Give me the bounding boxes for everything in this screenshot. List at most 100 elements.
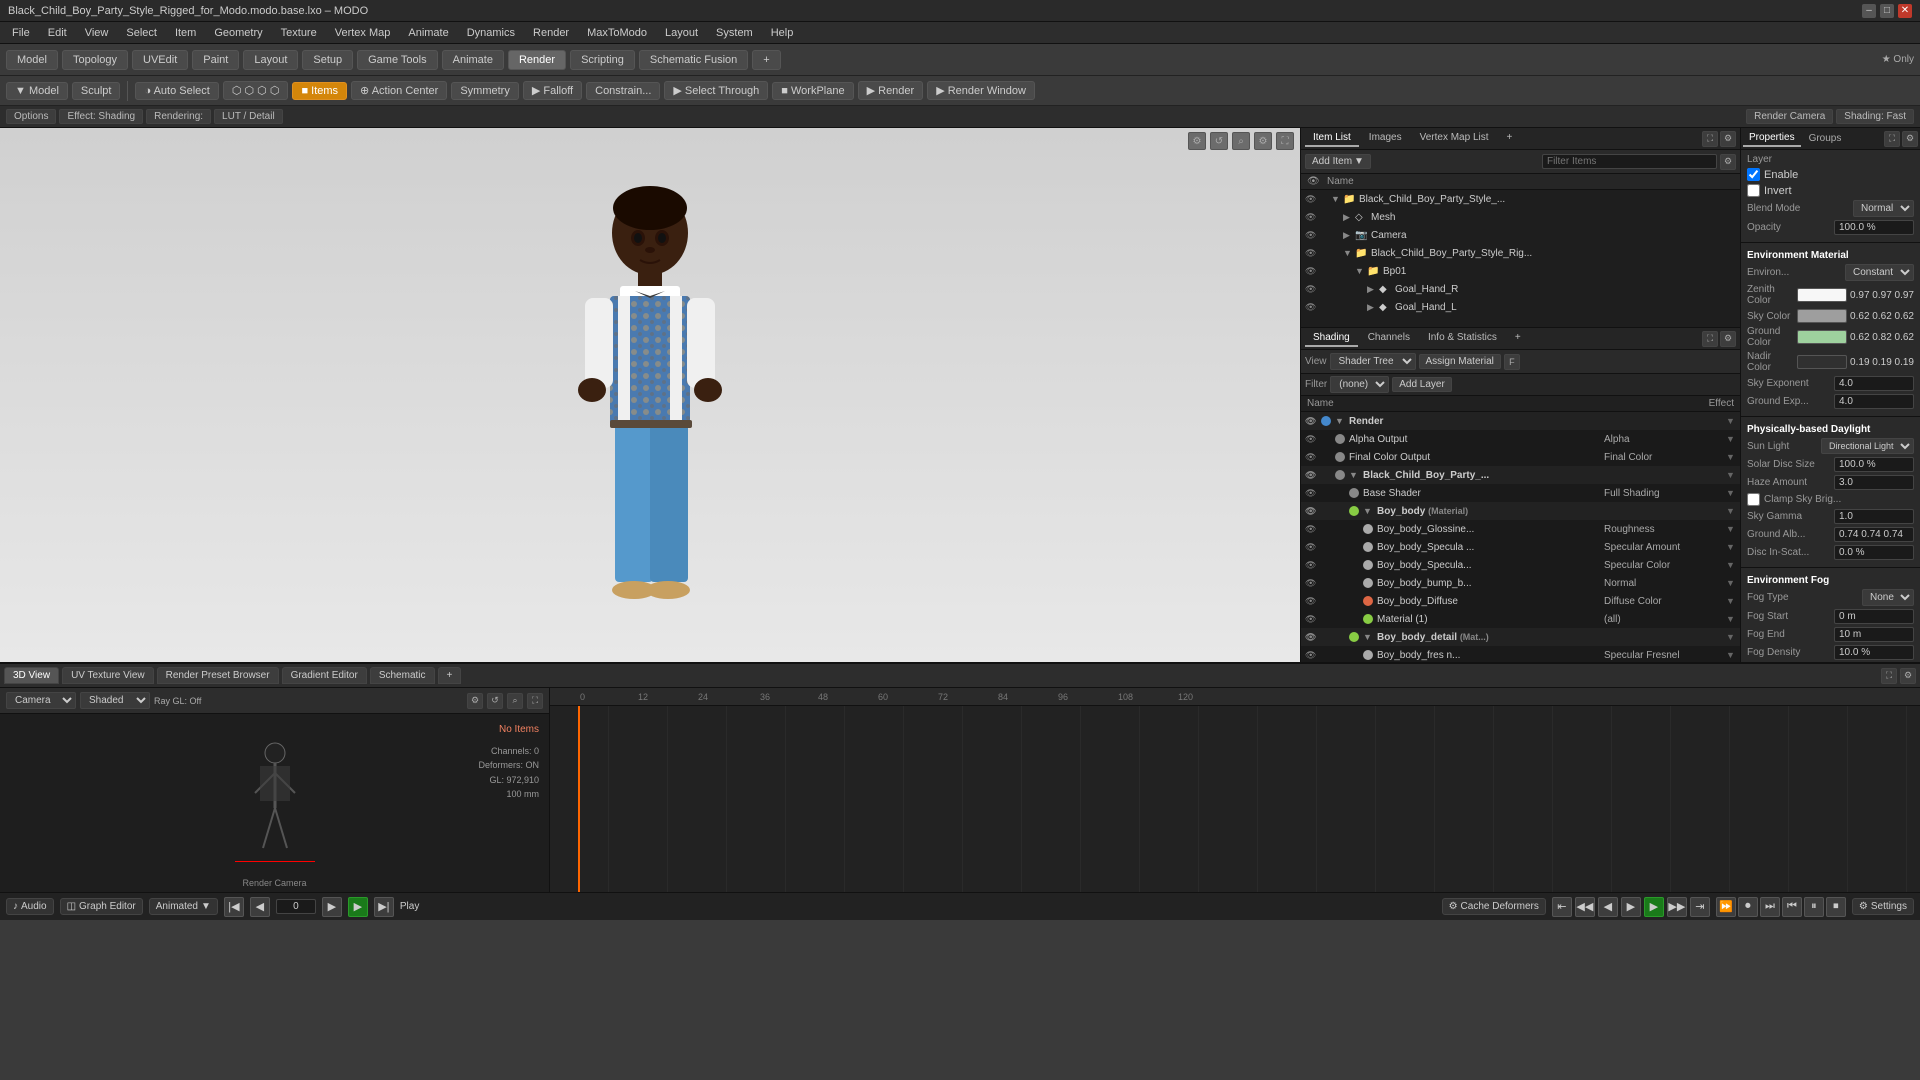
vis-base-shader[interactable]: 👁 bbox=[1305, 488, 1319, 499]
opacity-input[interactable] bbox=[1834, 220, 1914, 235]
fog-start-input[interactable] bbox=[1834, 609, 1914, 624]
frame-input[interactable] bbox=[276, 899, 316, 914]
select-through-btn[interactable]: ▶ Select Through bbox=[664, 81, 768, 100]
falloff-btn[interactable]: ▶ Falloff bbox=[523, 81, 582, 100]
tree-rig[interactable]: 👁 ▼ 📁 Black_Child_Boy_Party_Style_Rig... bbox=[1301, 244, 1740, 262]
bottom-tab-add[interactable]: + bbox=[438, 667, 462, 684]
tab-vertex-map-list[interactable]: Vertex Map List bbox=[1412, 130, 1497, 147]
tab-properties[interactable]: Properties bbox=[1743, 130, 1801, 147]
menu-file[interactable]: File bbox=[4, 25, 38, 41]
shading-settings-icon[interactable]: ⚙ bbox=[1720, 331, 1736, 347]
sun-light-select[interactable]: Directional Light bbox=[1821, 438, 1914, 454]
tab-info-stats[interactable]: Info & Statistics bbox=[1420, 330, 1505, 347]
tree-goal-hand-l[interactable]: 👁 ▶ ◆ Goal_Hand_L bbox=[1301, 298, 1740, 316]
menu-view[interactable]: View bbox=[77, 25, 117, 41]
tab-images[interactable]: Images bbox=[1361, 130, 1410, 147]
pb-btn6[interactable]: ⇥ bbox=[1690, 897, 1710, 917]
shading-list[interactable]: 👁 ▼ Render ▼ 👁 Alpha Output Alpha ▼ bbox=[1301, 412, 1740, 662]
bottom-tab-uv-texture[interactable]: UV Texture View bbox=[62, 667, 154, 684]
invert-checkbox[interactable] bbox=[1747, 184, 1760, 197]
vis-bbd-fres[interactable]: 👁 bbox=[1305, 650, 1319, 661]
menu-texture[interactable]: Texture bbox=[273, 25, 325, 41]
arrow-bp01[interactable]: ▼ bbox=[1355, 266, 1367, 276]
bottom-tab-gradient[interactable]: Gradient Editor bbox=[282, 667, 367, 684]
item-list-content[interactable]: 👁 ▼ 📁 Black_Child_Boy_Party_Style_... 👁 … bbox=[1301, 190, 1740, 327]
bottom-camera-select[interactable]: Camera bbox=[6, 692, 76, 709]
bottom-viewport-icon3[interactable]: ⌕ bbox=[507, 693, 523, 709]
vis-rig[interactable]: 👁 bbox=[1305, 248, 1319, 259]
shading-fast-btn[interactable]: Shading: Fast bbox=[1836, 109, 1914, 124]
render-window-btn[interactable]: ▶ Render Window bbox=[927, 81, 1035, 100]
viewport-move-icon[interactable]: ↺ bbox=[1210, 132, 1228, 150]
menu-edit[interactable]: Edit bbox=[40, 25, 75, 41]
shading-row-bb-bump[interactable]: 👁 Boy_body_bump_b... Normal ▼ bbox=[1301, 574, 1740, 592]
close-button[interactable]: ✕ bbox=[1898, 4, 1912, 18]
vis-mesh[interactable]: 👁 bbox=[1305, 212, 1319, 223]
constrain-btn[interactable]: Constrain... bbox=[586, 82, 660, 100]
expand-render[interactable]: ▼ bbox=[1726, 416, 1736, 426]
panel-expand-icon[interactable]: ⛶ bbox=[1702, 131, 1718, 147]
shading-row-render[interactable]: 👁 ▼ Render ▼ bbox=[1301, 412, 1740, 430]
shading-row-bb-spec1[interactable]: 👁 Boy_body_Specula ... Specular Amount ▼ bbox=[1301, 538, 1740, 556]
menu-system[interactable]: System bbox=[708, 25, 761, 41]
blend-mode-select[interactable]: Normal bbox=[1853, 200, 1914, 217]
tree-root[interactable]: 👁 ▼ 📁 Black_Child_Boy_Party_Style_... bbox=[1301, 190, 1740, 208]
menu-item[interactable]: Item bbox=[167, 25, 204, 41]
render-camera-btn[interactable]: Render Camera bbox=[1746, 109, 1833, 124]
menu-geometry[interactable]: Geometry bbox=[206, 25, 270, 41]
menu-dynamics[interactable]: Dynamics bbox=[459, 25, 523, 41]
props-expand-icon[interactable]: ⛶ bbox=[1884, 131, 1900, 147]
shading-row-final-color[interactable]: 👁 Final Color Output Final Color ▼ bbox=[1301, 448, 1740, 466]
viewport-camera-icon[interactable]: ⚙ bbox=[1188, 132, 1206, 150]
icon-btns[interactable]: ⬡ ⬡ ⬡ ⬡ bbox=[223, 81, 289, 100]
workspace-add[interactable]: + bbox=[752, 50, 780, 70]
menu-vertex-map[interactable]: Vertex Map bbox=[327, 25, 399, 41]
play-button[interactable]: ▶ bbox=[348, 897, 368, 917]
vis-final-color[interactable]: 👁 bbox=[1305, 452, 1319, 463]
extra-btn5[interactable]: ⏸ bbox=[1804, 897, 1824, 917]
bottom-viewport-icon4[interactable]: ⛶ bbox=[527, 693, 543, 709]
tree-mesh[interactable]: 👁 ▶ ◇ Mesh bbox=[1301, 208, 1740, 226]
ground-alb-input[interactable] bbox=[1834, 527, 1914, 542]
bottom-tab-render-preset[interactable]: Render Preset Browser bbox=[157, 667, 279, 684]
bottom-viewport-icon1[interactable]: ⚙ bbox=[467, 693, 483, 709]
animated-button[interactable]: Animated ▼ bbox=[149, 898, 218, 915]
arrow-boy-body-detail[interactable]: ▼ bbox=[1363, 632, 1375, 642]
extra-btn4[interactable]: ⏮ bbox=[1782, 897, 1802, 917]
extra-btn1[interactable]: ⏩ bbox=[1716, 897, 1736, 917]
arrow-root[interactable]: ▼ bbox=[1331, 194, 1343, 204]
workspace-setup[interactable]: Setup bbox=[302, 50, 353, 70]
tree-goal-hand-r[interactable]: 👁 ▶ ◆ Goal_Hand_R bbox=[1301, 280, 1740, 298]
view-select[interactable]: Shader Tree bbox=[1330, 353, 1416, 370]
workspace-schematic[interactable]: Schematic Fusion bbox=[639, 50, 748, 70]
shading-row-base-shader[interactable]: 👁 Base Shader Full Shading ▼ bbox=[1301, 484, 1740, 502]
ground-exp-input[interactable] bbox=[1834, 394, 1914, 409]
shading-row-bb-diffuse[interactable]: 👁 Boy_body_Diffuse Diffuse Color ▼ bbox=[1301, 592, 1740, 610]
tab-item-list-add[interactable]: + bbox=[1499, 130, 1521, 147]
sky-exp-input[interactable] bbox=[1834, 376, 1914, 391]
arrow-goal-hand-l[interactable]: ▶ bbox=[1367, 302, 1379, 313]
filter-select[interactable]: (none) bbox=[1330, 376, 1389, 393]
tab-groups[interactable]: Groups bbox=[1803, 131, 1848, 146]
tab-item-list[interactable]: Item List bbox=[1305, 130, 1359, 147]
tab-shading-add[interactable]: + bbox=[1507, 330, 1529, 347]
panel-settings-icon[interactable]: ⚙ bbox=[1720, 131, 1736, 147]
vis-goal-hand-r[interactable]: 👁 bbox=[1305, 284, 1319, 295]
items-btn[interactable]: ■ Items bbox=[292, 82, 347, 100]
viewport-fullscreen-icon[interactable]: ⛶ bbox=[1276, 132, 1294, 150]
tab-shading[interactable]: Shading bbox=[1305, 330, 1358, 347]
shading-row-bb-spec2[interactable]: 👁 Boy_body_Specula... Specular Color ▼ bbox=[1301, 556, 1740, 574]
options-btn[interactable]: Options bbox=[6, 109, 56, 124]
bottom-shading-select[interactable]: Shaded bbox=[80, 692, 150, 709]
pb-btn3[interactable]: ◀ bbox=[1598, 897, 1618, 917]
arrow-goal-hand-r[interactable]: ▶ bbox=[1367, 284, 1379, 295]
tab-channels[interactable]: Channels bbox=[1360, 330, 1418, 347]
workspace-scripting[interactable]: Scripting bbox=[570, 50, 635, 70]
fog-end-input[interactable] bbox=[1834, 627, 1914, 642]
shading-row-boy-body[interactable]: 👁 ▼ Boy_body (Material) ▼ bbox=[1301, 502, 1740, 520]
render-btn[interactable]: ▶ Render bbox=[858, 81, 924, 100]
nadir-color-swatch[interactable] bbox=[1797, 355, 1847, 369]
timeline-track[interactable] bbox=[550, 706, 1920, 892]
action-center-btn[interactable]: ⊕ Action Center bbox=[351, 81, 447, 100]
menu-select[interactable]: Select bbox=[118, 25, 165, 41]
